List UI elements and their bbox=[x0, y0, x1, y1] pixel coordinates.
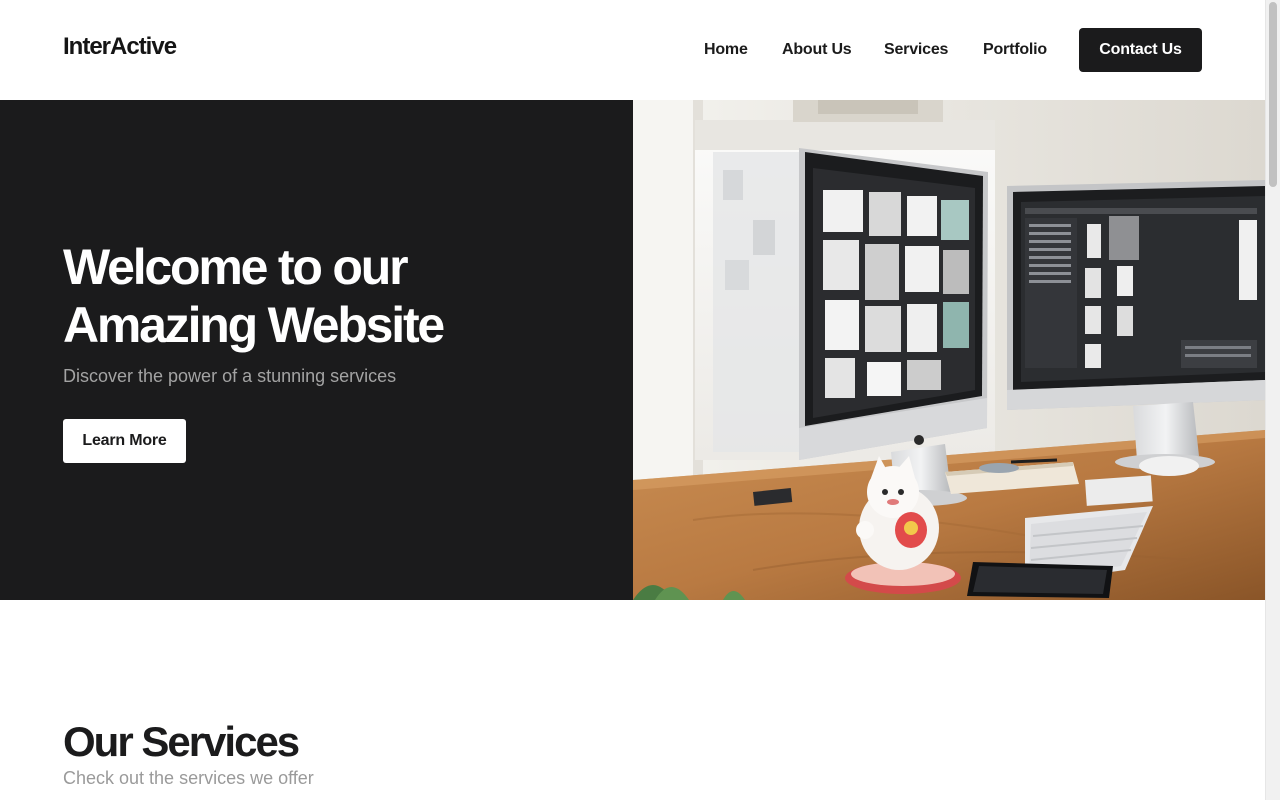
site-header: InterActive Home About Us Services Portf… bbox=[0, 0, 1265, 100]
services-subtitle: Check out the services we offer bbox=[63, 768, 314, 788]
hero-section: Welcome to our Amazing Website Discover … bbox=[0, 100, 1265, 600]
nav-home-link[interactable]: Home bbox=[704, 28, 748, 72]
workspace-photo-illustration bbox=[633, 100, 1265, 600]
hero-image bbox=[633, 100, 1265, 600]
hero-title: Welcome to our Amazing Website bbox=[63, 239, 445, 353]
main-nav: Home About Us Services Portfolio Contact… bbox=[0, 28, 1265, 72]
services-title: Our Services bbox=[63, 718, 300, 765]
vertical-scrollbar[interactable] bbox=[1265, 0, 1280, 800]
scrollbar-thumb[interactable] bbox=[1269, 2, 1277, 187]
learn-more-button[interactable]: Learn More bbox=[63, 419, 186, 463]
hero-text-panel: Welcome to our Amazing Website Discover … bbox=[0, 100, 633, 600]
viewport: InterActive Home About Us Services Portf… bbox=[0, 0, 1265, 800]
contact-us-button[interactable]: Contact Us bbox=[1079, 28, 1202, 72]
nav-about-link[interactable]: About Us bbox=[782, 28, 852, 72]
nav-services-link[interactable]: Services bbox=[884, 28, 948, 72]
hero-subtitle: Discover the power of a stunning service… bbox=[63, 366, 397, 386]
page: InterActive Home About Us Services Portf… bbox=[0, 0, 1280, 800]
nav-portfolio-link[interactable]: Portfolio bbox=[983, 28, 1047, 72]
